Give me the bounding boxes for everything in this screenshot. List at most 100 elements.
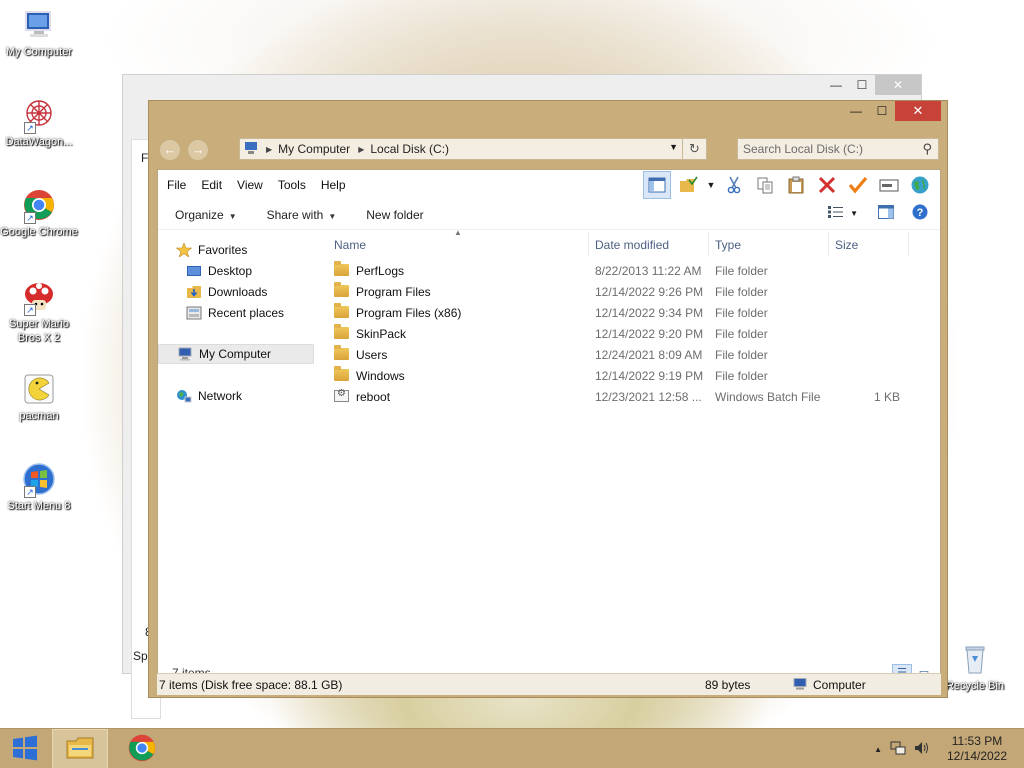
properties-check-icon[interactable] <box>844 171 872 199</box>
menu-help[interactable]: Help <box>321 178 346 192</box>
preview-pane-toggle-icon[interactable] <box>878 205 894 222</box>
computer-icon <box>177 347 193 361</box>
column-header-size[interactable]: Size <box>835 238 858 262</box>
file-name: Program Files (x86) <box>356 306 462 320</box>
close-button[interactable]: ✕ <box>875 75 921 95</box>
menu-edit[interactable]: Edit <box>201 178 222 192</box>
column-divider[interactable] <box>708 232 709 256</box>
chrome-icon: ↗ <box>22 188 56 224</box>
file-size: 1 KB <box>873 390 900 404</box>
search-icon[interactable]: ⚲ <box>922 141 932 157</box>
help-icon[interactable]: ? <box>912 204 928 223</box>
explorer-window: — ☐ ✕ ← → ▶ My Computer ▶ Local Disk (C:… <box>148 100 948 698</box>
taskbar-file-explorer[interactable] <box>52 729 108 768</box>
column-header-type[interactable]: Type <box>715 238 741 262</box>
menu-file[interactable]: File <box>167 178 186 192</box>
column-header-date-modified[interactable]: Date modified <box>595 238 669 262</box>
file-date: 12/14/2022 9:20 PM <box>595 327 704 341</box>
clock[interactable]: 11:53 PM 12/14/2022 <box>938 734 1016 764</box>
minimize-button[interactable]: — <box>823 75 849 95</box>
file-name: Program Files <box>356 285 431 299</box>
forward-button[interactable]: → <box>187 139 209 161</box>
nav-downloads[interactable]: Downloads <box>186 282 267 302</box>
column-divider[interactable] <box>908 232 909 256</box>
desktop-icon-label: pacman <box>19 410 59 422</box>
file-date: 12/14/2022 9:26 PM <box>595 285 704 299</box>
menu-bar: File Edit View Tools Help ▼ <box>158 170 940 200</box>
desktop-icon-label: Super Mario Bros X 2 <box>9 318 69 344</box>
rename-icon[interactable] <box>875 171 903 199</box>
column-divider[interactable] <box>588 232 589 256</box>
maximize-button[interactable]: ☐ <box>869 101 895 121</box>
preview-pane-icon[interactable] <box>643 171 671 199</box>
nav-network[interactable]: Network <box>176 386 242 406</box>
recycle-bin-icon <box>958 642 992 676</box>
file-row[interactable]: Users 12/24/2021 8:09 AM File folder <box>328 345 908 366</box>
start-menu-icon: ↗ <box>22 462 56 498</box>
chevron-down-icon: ▼ <box>328 211 337 221</box>
new-folder-button[interactable]: New folder <box>366 208 423 222</box>
file-row[interactable]: Windows 12/14/2022 9:19 PM File folder <box>328 366 908 387</box>
share-with-button[interactable]: Share with ▼ <box>267 208 337 222</box>
delete-icon[interactable] <box>813 171 841 199</box>
tray-expand-icon[interactable]: ▲ <box>874 745 882 754</box>
desktop-icon-super-mario[interactable]: ↗ Super Mario Bros X 2 <box>0 280 78 345</box>
minimize-button[interactable]: — <box>843 101 869 121</box>
nav-recent-places[interactable]: Recent places <box>186 303 284 323</box>
desktop-icon-pacman[interactable]: pacman <box>0 372 78 423</box>
copy-icon[interactable] <box>751 171 779 199</box>
file-row[interactable]: PerfLogs 8/22/2013 11:22 AM File folder <box>328 261 908 282</box>
svg-text:?: ? <box>917 207 924 219</box>
breadcrumb-my-computer[interactable]: My Computer <box>278 142 350 156</box>
clock-time: 11:53 PM <box>951 734 1003 748</box>
volume-icon[interactable] <box>914 741 930 758</box>
desktop-icon-start-menu-8[interactable]: ↗ Start Menu 8 <box>0 462 78 513</box>
paste-icon[interactable] <box>782 171 810 199</box>
address-dropdown-icon[interactable]: ▼ <box>669 142 678 152</box>
nav-downloads-label: Downloads <box>208 285 268 299</box>
cut-icon[interactable] <box>720 171 748 199</box>
system-tray: ▲ 11:53 PM 12/14/2022 <box>874 729 1024 768</box>
file-row[interactable]: SkinPack 12/14/2022 9:20 PM File folder <box>328 324 908 345</box>
organize-button[interactable]: Organize ▼ <box>175 208 237 222</box>
folder-options-icon[interactable] <box>674 171 702 199</box>
menu-tools[interactable]: Tools <box>278 178 306 192</box>
file-row[interactable]: reboot 12/23/2021 12:58 ... Windows Batc… <box>328 387 908 408</box>
nav-favorites[interactable]: Favorites <box>175 240 247 260</box>
close-button[interactable]: ✕ <box>895 101 941 121</box>
desktop-icon-my-computer[interactable]: My Computer <box>0 8 78 59</box>
desktop-icon-google-chrome[interactable]: ↗ Google Chrome <box>0 188 78 239</box>
menu-view[interactable]: View <box>237 178 263 192</box>
file-type: File folder <box>715 369 768 383</box>
start-button[interactable] <box>0 729 50 768</box>
desktop-icon-datawagon[interactable]: ↗ DataWagon... <box>0 98 78 149</box>
navigation-pane: Favorites Desktop Downloads Recent place… <box>158 232 328 632</box>
taskbar-google-chrome[interactable] <box>114 729 170 768</box>
folder-icon <box>334 324 349 339</box>
folder-icon <box>334 282 349 297</box>
column-header-name[interactable]: Name <box>334 238 366 262</box>
address-bar[interactable]: ▶ My Computer ▶ Local Disk (C:) ▼ ↻ <box>239 138 707 160</box>
folder-icon <box>334 303 349 318</box>
nav-desktop[interactable]: Desktop <box>186 261 252 281</box>
search-input[interactable]: Search Local Disk (C:) ⚲ <box>737 138 939 160</box>
change-view-icon[interactable] <box>828 206 844 221</box>
toolbar-icons: ▼ <box>640 170 934 200</box>
explorer-content: File Edit View Tools Help ▼ Organize ▼ S… <box>157 169 941 693</box>
folder-options-dropdown-icon[interactable]: ▼ <box>705 171 717 199</box>
internet-globe-icon[interactable] <box>906 171 934 199</box>
nav-my-computer[interactable]: My Computer <box>158 344 314 364</box>
sort-indicator-icon: ▲ <box>454 228 462 237</box>
chrome-icon <box>127 733 157 766</box>
file-row[interactable]: Program Files 12/14/2022 9:26 PM File fo… <box>328 282 908 303</box>
view-dropdown-icon[interactable]: ▼ <box>850 209 858 218</box>
forward-arrow-icon: → <box>191 142 205 157</box>
desktop-icon <box>186 264 202 278</box>
maximize-button[interactable]: ☐ <box>849 75 875 95</box>
back-button[interactable]: ← <box>159 139 181 161</box>
refresh-icon[interactable]: ↻ <box>682 139 706 159</box>
file-row[interactable]: Program Files (x86) 12/14/2022 9:34 PM F… <box>328 303 908 324</box>
breadcrumb-local-disk[interactable]: Local Disk (C:) <box>370 142 449 156</box>
network-status-icon[interactable] <box>890 741 906 758</box>
column-divider[interactable] <box>828 232 829 256</box>
